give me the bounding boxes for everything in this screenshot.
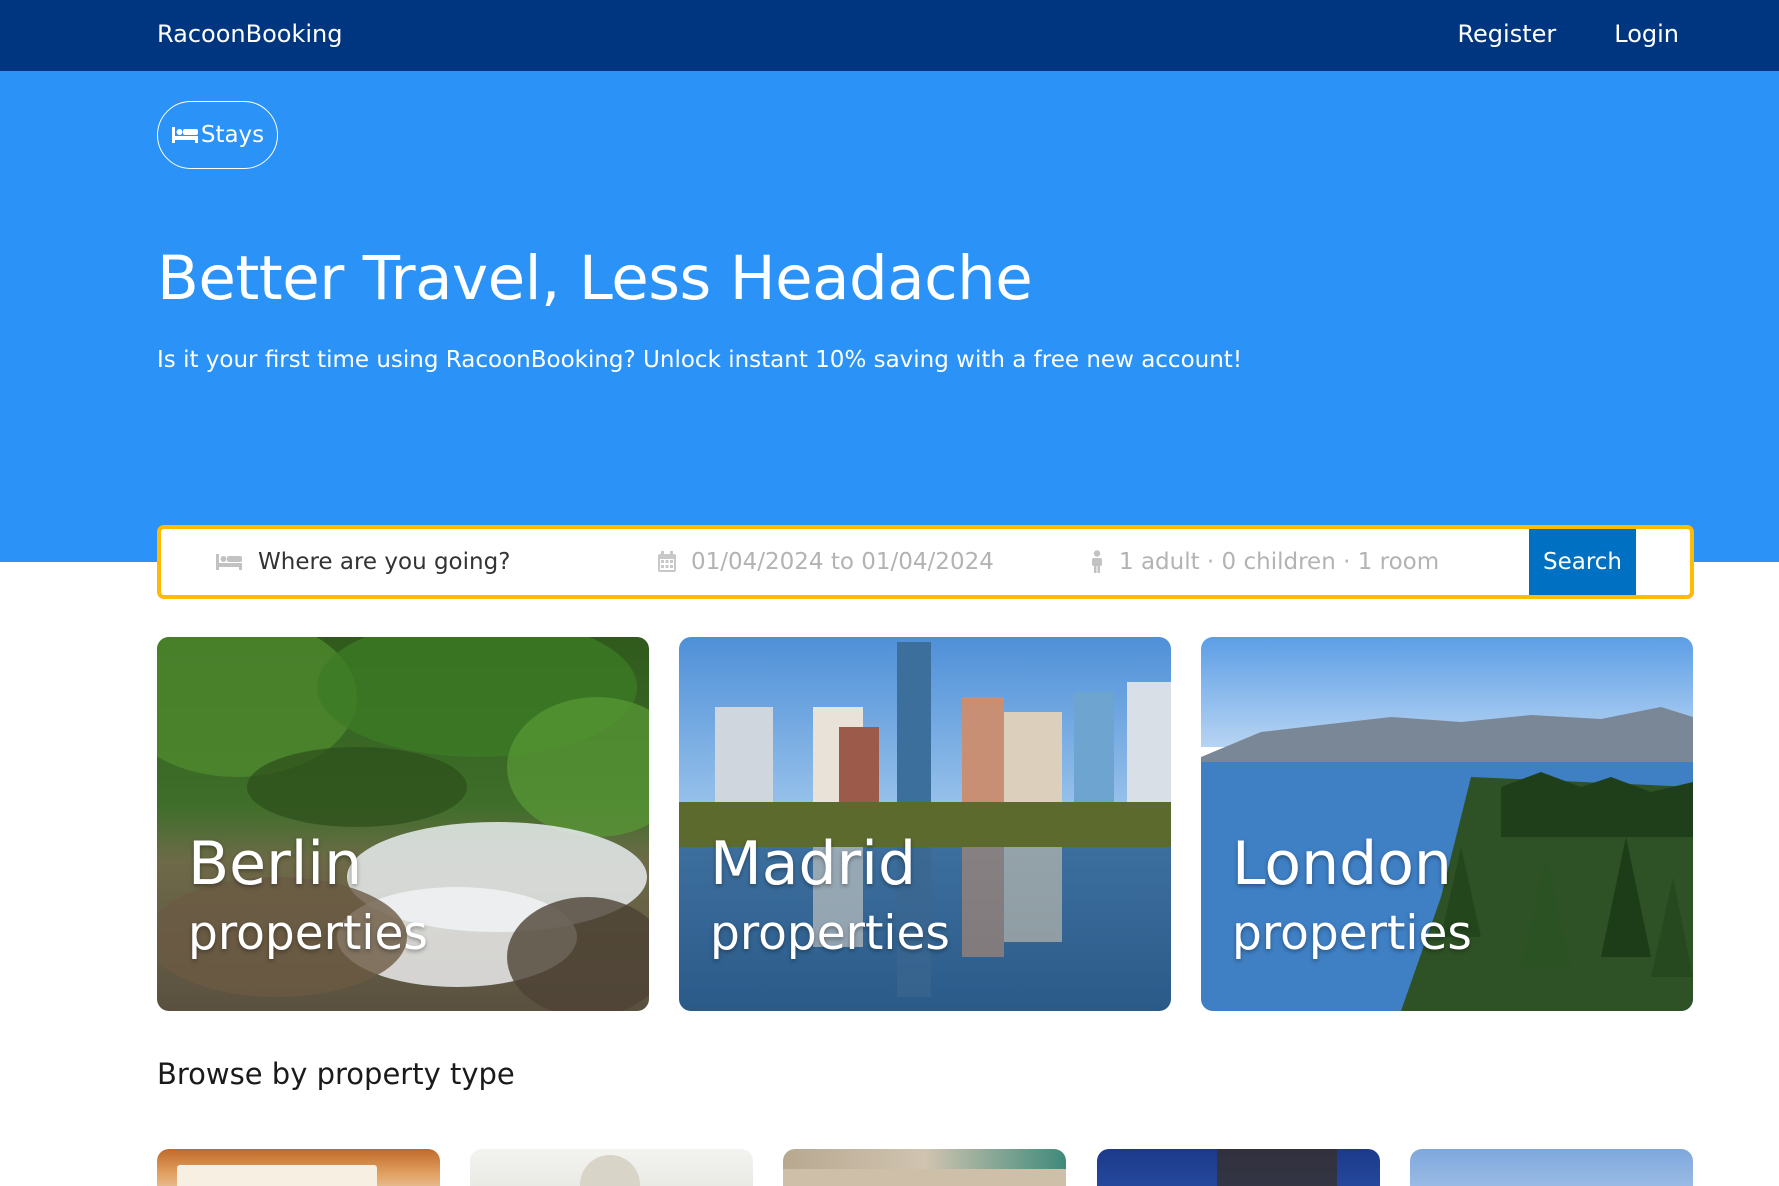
city-label-madrid: Madrid properties [710,829,950,969]
city-label-london: London properties [1232,829,1472,969]
property-type-image [580,1155,640,1186]
property-type-image [177,1165,377,1186]
city-label-berlin: Berlin properties [188,829,428,969]
destination-field[interactable]: Where are you going? [214,529,510,595]
city-subtitle: properties [710,906,950,961]
property-type-image [1217,1149,1337,1186]
city-name: London [1232,829,1452,899]
browse-section-title: Browse by property type [157,1057,515,1091]
register-link[interactable]: Register [1457,20,1556,48]
city-card-berlin[interactable]: Berlin properties [157,637,649,1011]
property-type-card[interactable] [783,1149,1066,1186]
property-type-card[interactable] [470,1149,753,1186]
guests-value: 1 adult · 0 children · 1 room [1119,549,1440,575]
city-card-madrid[interactable]: Madrid properties [679,637,1171,1011]
destination-input[interactable]: Where are you going? [258,549,510,575]
city-card-london[interactable]: London properties [1201,637,1693,1011]
stays-label: Stays [200,122,265,148]
date-range-field[interactable]: 01/04/2024 to 01/04/2024 [657,529,994,595]
stays-tab[interactable]: Stays [157,101,278,169]
hero-subtitle: Is it your first time using RacoonBookin… [157,347,1243,373]
calendar-icon [657,551,677,573]
city-subtitle: properties [1232,906,1472,961]
property-type-card[interactable] [1410,1149,1693,1186]
top-navbar: RacoonBooking Register Login [0,0,1779,71]
brand-logo[interactable]: RacoonBooking [157,20,342,48]
property-type-card[interactable] [1097,1149,1380,1186]
guests-field[interactable]: 1 adult · 0 children · 1 room [1089,529,1439,595]
bed-icon [171,125,199,145]
search-bar: Where are you going? 01/04/2024 to 01/04… [157,525,1694,599]
search-button[interactable]: Search [1529,529,1636,595]
hero-section: Stays Better Travel, Less Headache Is it… [0,71,1779,562]
login-link[interactable]: Login [1614,20,1679,48]
city-name: Berlin [188,829,363,899]
city-name: Madrid [710,829,917,899]
hero-title: Better Travel, Less Headache [157,243,1033,314]
property-type-card[interactable] [157,1149,440,1186]
city-subtitle: properties [188,906,428,961]
bed-icon [214,552,244,572]
property-type-image [783,1169,1066,1186]
date-range-value: 01/04/2024 to 01/04/2024 [691,549,994,575]
person-icon [1089,550,1105,574]
nav-actions: Register Login [1457,20,1679,48]
